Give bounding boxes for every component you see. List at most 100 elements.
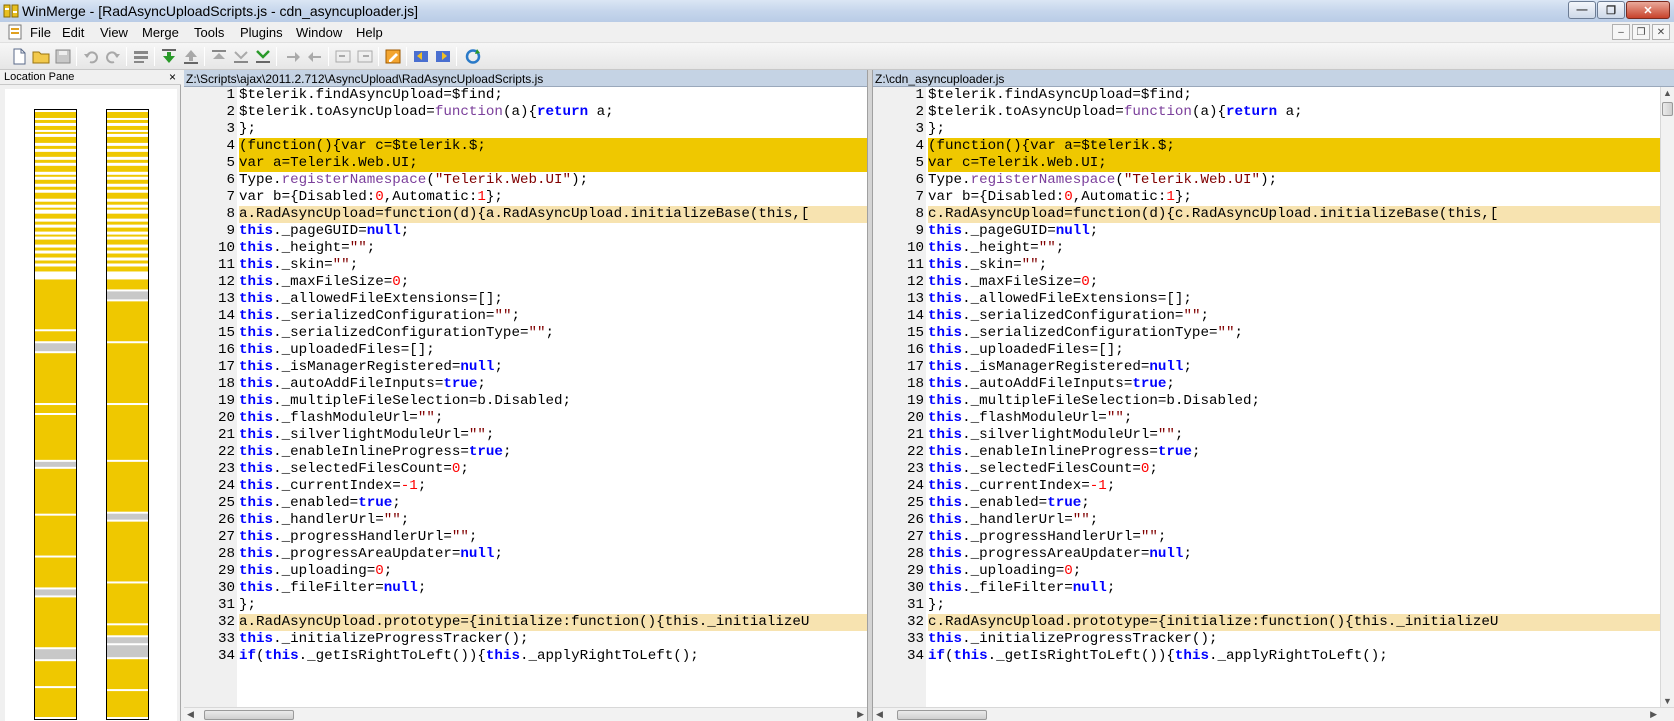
code-line[interactable]: 3};: [184, 121, 867, 138]
menu-window[interactable]: Window: [296, 25, 342, 40]
next-diff-icon[interactable]: [160, 48, 178, 65]
code-line[interactable]: 18 this._autoAddFileInputs=true;: [184, 376, 867, 393]
code-text[interactable]: this._progressHandlerUrl="";: [239, 529, 867, 546]
code-line[interactable]: 4 (function(){var c=$telerik.$;: [184, 138, 867, 155]
code-line[interactable]: 28 this._progressAreaUpdater=null;: [873, 546, 1660, 563]
code-text[interactable]: this._allowedFileExtensions=[];: [928, 291, 1660, 308]
code-text[interactable]: this._uploadedFiles=[];: [239, 342, 867, 359]
code-text[interactable]: this._selectedFilesCount=0;: [928, 461, 1660, 478]
code-line[interactable]: 9 this._pageGUID=null;: [184, 223, 867, 240]
scroll-left-icon[interactable]: ◀: [876, 709, 883, 720]
window-close-button[interactable]: ✕: [1626, 1, 1670, 19]
code-line[interactable]: 34 if(this._getIsRightToLeft()){this._app…: [184, 648, 867, 665]
code-line[interactable]: 33 this._initializeProgressTracker();: [184, 631, 867, 648]
options-right-icon[interactable]: [434, 48, 452, 65]
code-text[interactable]: var b={Disabled:0,Automatic:1};: [928, 189, 1660, 206]
code-text[interactable]: this._selectedFilesCount=0;: [239, 461, 867, 478]
open-folder-icon[interactable]: [32, 48, 50, 65]
code-line[interactable]: 30 this._fileFilter=null;: [873, 580, 1660, 597]
code-line[interactable]: 6 Type.registerNamespace("Telerik.Web.UI"…: [184, 172, 867, 189]
winmerge-app-icon[interactable]: [3, 3, 19, 19]
code-line[interactable]: 25 this._enabled=true;: [873, 495, 1660, 512]
code-line[interactable]: 10 this._height="";: [873, 240, 1660, 257]
menu-tools[interactable]: Tools: [194, 25, 224, 40]
code-line[interactable]: 19 this._multipleFileSelection=b.Disabled…: [873, 393, 1660, 410]
code-text[interactable]: this._flashModuleUrl="";: [928, 410, 1660, 427]
code-line[interactable]: 30 this._fileFilter=null;: [184, 580, 867, 597]
code-text[interactable]: this._silverlightModuleUrl="";: [239, 427, 867, 444]
code-text[interactable]: this._enabled=true;: [928, 495, 1660, 512]
code-line[interactable]: 12 this._maxFileSize=0;: [873, 274, 1660, 291]
code-line[interactable]: 1 $telerik.findAsyncUpload=$find;: [184, 87, 867, 104]
code-text[interactable]: this._multipleFileSelection=b.Disabled;: [928, 393, 1660, 410]
code-text[interactable]: this._allowedFileExtensions=[];: [239, 291, 867, 308]
menu-file[interactable]: File: [30, 25, 51, 40]
code-text[interactable]: this._silverlightModuleUrl="";: [928, 427, 1660, 444]
copy-left-icon[interactable]: [306, 48, 324, 65]
code-text[interactable]: this._serializedConfigurationType="";: [239, 325, 867, 342]
code-text[interactable]: this._uploadedFiles=[];: [928, 342, 1660, 359]
location-bar-right[interactable]: [106, 109, 149, 720]
code-text[interactable]: $telerik.toAsyncUpload=function(a){retur…: [239, 104, 867, 121]
mdi-minimize-button[interactable]: –: [1612, 24, 1630, 40]
code-line[interactable]: 17 this._isManagerRegistered=null;: [873, 359, 1660, 376]
copy-all-left-icon[interactable]: [356, 48, 374, 65]
code-line[interactable]: 3};: [873, 121, 1660, 138]
code-line[interactable]: 2 $telerik.toAsyncUpload=function(a){retu…: [184, 104, 867, 121]
code-line[interactable]: 2 $telerik.toAsyncUpload=function(a){retu…: [873, 104, 1660, 121]
code-text[interactable]: c.RadAsyncUpload=function(d){c.RadAsyncU…: [928, 206, 1660, 223]
code-line[interactable]: 19 this._multipleFileSelection=b.Disabled…: [184, 393, 867, 410]
menu-merge[interactable]: Merge: [142, 25, 179, 40]
code-line[interactable]: 10 this._height="";: [184, 240, 867, 257]
code-text[interactable]: c.RadAsyncUpload.prototype={initialize:f…: [928, 614, 1660, 631]
code-line[interactable]: 7 var b={Disabled:0,Automatic:1};: [873, 189, 1660, 206]
location-pane-body[interactable]: [5, 89, 177, 721]
code-line[interactable]: 4 (function(){var a=$telerik.$;: [873, 138, 1660, 155]
right-code-view[interactable]: 1 $telerik.findAsyncUpload=$find; 2 $teleri…: [873, 87, 1660, 707]
code-line[interactable]: 17 this._isManagerRegistered=null;: [184, 359, 867, 376]
code-line[interactable]: 29 this._uploading=0;: [873, 563, 1660, 580]
code-line[interactable]: 5 var c=Telerik.Web.UI;: [873, 155, 1660, 172]
code-text[interactable]: this._flashModuleUrl="";: [239, 410, 867, 427]
code-line[interactable]: 1 $telerik.findAsyncUpload=$find;: [873, 87, 1660, 104]
code-line[interactable]: 28 this._progressAreaUpdater=null;: [184, 546, 867, 563]
location-bar-left[interactable]: [34, 109, 77, 720]
code-line[interactable]: 26 this._handlerUrl="";: [184, 512, 867, 529]
edit-icon[interactable]: [384, 48, 402, 65]
code-text[interactable]: (function(){var c=$telerik.$;: [239, 138, 867, 155]
code-line[interactable]: 13 this._allowedFileExtensions=[];: [184, 291, 867, 308]
code-text[interactable]: this._autoAddFileInputs=true;: [239, 376, 867, 393]
copy-all-right-icon[interactable]: [334, 48, 352, 65]
scroll-left-icon[interactable]: ◀: [187, 709, 194, 720]
code-line[interactable]: 18 this._autoAddFileInputs=true;: [873, 376, 1660, 393]
code-line[interactable]: 16 this._uploadedFiles=[];: [184, 342, 867, 359]
code-line[interactable]: 5 var a=Telerik.Web.UI;: [184, 155, 867, 172]
code-line[interactable]: 33 this._initializeProgressTracker();: [873, 631, 1660, 648]
compare-icon[interactable]: [132, 48, 150, 65]
code-text[interactable]: };: [239, 597, 867, 614]
code-line[interactable]: 9 this._pageGUID=null;: [873, 223, 1660, 240]
code-text[interactable]: var b={Disabled:0,Automatic:1};: [239, 189, 867, 206]
new-file-icon[interactable]: [10, 48, 28, 65]
options-left-icon[interactable]: [412, 48, 430, 65]
document-icon[interactable]: [8, 24, 22, 40]
code-line[interactable]: 16 this._uploadedFiles=[];: [873, 342, 1660, 359]
code-text[interactable]: this._fileFilter=null;: [239, 580, 867, 597]
code-text[interactable]: this._height="";: [928, 240, 1660, 257]
code-text[interactable]: this._currentIndex=-1;: [928, 478, 1660, 495]
code-text[interactable]: (function(){var a=$telerik.$;: [928, 138, 1660, 155]
code-text[interactable]: this._isManagerRegistered=null;: [239, 359, 867, 376]
code-text[interactable]: this._isManagerRegistered=null;: [928, 359, 1660, 376]
code-text[interactable]: this._autoAddFileInputs=true;: [928, 376, 1660, 393]
mdi-close-button[interactable]: ✕: [1652, 24, 1670, 40]
code-line[interactable]: 13 this._allowedFileExtensions=[];: [873, 291, 1660, 308]
window-maximize-button[interactable]: ❐: [1597, 1, 1625, 19]
code-line[interactable]: 11 this._skin="";: [873, 257, 1660, 274]
code-line[interactable]: 27 this._progressHandlerUrl="";: [184, 529, 867, 546]
code-text[interactable]: this._enabled=true;: [239, 495, 867, 512]
code-line[interactable]: 12 this._maxFileSize=0;: [184, 274, 867, 291]
save-icon[interactable]: [54, 48, 72, 65]
right-hscroll-thumb[interactable]: [897, 710, 987, 720]
code-line[interactable]: 23 this._selectedFilesCount=0;: [184, 461, 867, 478]
left-code-view[interactable]: 1 $telerik.findAsyncUpload=$find; 2 $teleri…: [184, 87, 867, 707]
